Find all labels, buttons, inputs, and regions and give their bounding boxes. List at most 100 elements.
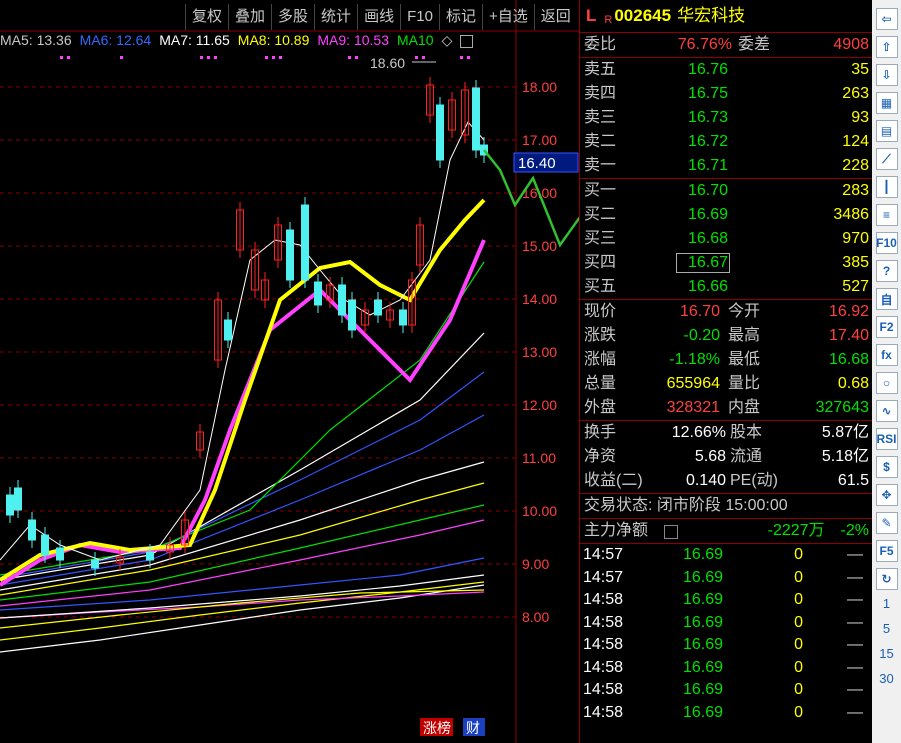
period-15[interactable]: 15: [872, 646, 901, 661]
cursor-box: [676, 253, 730, 273]
buy-row-4[interactable]: 买五 16.66 527: [580, 275, 873, 299]
cursor-price: 16.40: [518, 155, 556, 172]
toolbar-btn-7[interactable]: +自选: [481, 4, 534, 30]
candle: [56, 547, 64, 561]
order-ratio-value: 76.76%: [677, 36, 732, 53]
grid-icon[interactable]: ▦: [875, 92, 898, 114]
ma-curve: [0, 261, 485, 576]
sell-vol: 263: [842, 85, 869, 102]
f10-icon[interactable]: F10: [875, 232, 898, 254]
period-30[interactable]: 30: [872, 671, 901, 686]
quote-row-4: 外盘 328321 内盘 327643: [584, 399, 869, 416]
toolbar-btn-8[interactable]: 返回: [533, 4, 577, 30]
period-5[interactable]: 5: [872, 621, 901, 636]
toolbar-btn-2[interactable]: 多股: [271, 4, 314, 30]
refresh-icon[interactable]: ↻: [875, 568, 898, 590]
sell-vol: 93: [851, 109, 869, 126]
tick-row: 14:57 16.69 0—: [583, 568, 863, 586]
fx-icon[interactable]: fx: [875, 344, 898, 366]
price-tick: 15.00: [522, 238, 557, 254]
tick-row: 14:58 16.69 0—: [583, 658, 863, 676]
arrow-down-icon[interactable]: ⇩: [875, 64, 898, 86]
candle: [338, 284, 346, 316]
buy-row-1[interactable]: 买二 16.69 3486: [580, 203, 873, 227]
ma-dot: [265, 56, 268, 59]
f5-icon[interactable]: F5: [875, 540, 898, 562]
wave-icon[interactable]: ∿: [875, 400, 898, 422]
price-tick: 18.00: [522, 79, 557, 95]
ma-dot: [279, 56, 282, 59]
sell-row-4[interactable]: 卖一 16.71 228: [580, 154, 873, 178]
toolbar-btn-4[interactable]: 画线: [357, 4, 400, 30]
candle: [301, 204, 309, 281]
price-tick: 11.00: [522, 450, 556, 466]
ma-label-3: MA8: 10.89: [237, 32, 310, 48]
zhangbang-badge[interactable]: 涨榜: [423, 720, 451, 736]
cai-badge[interactable]: 财: [466, 720, 480, 736]
toolbar-btn-0[interactable]: 复权: [185, 4, 228, 30]
arrow-left-icon[interactable]: ⇦: [875, 8, 898, 30]
ma-dot: [460, 56, 463, 59]
buy-price: 16.70: [687, 182, 728, 199]
ma-label-2: MA7: 11.65: [159, 32, 230, 48]
fund-row-1: 净资 5.68 流通 5.18亿: [584, 448, 869, 465]
line-chart-icon[interactable]: ⟋: [875, 148, 898, 170]
kline-chart[interactable]: 18.0017.0016.0015.0014.0013.0012.0011.00…: [0, 0, 579, 743]
candle: [436, 104, 444, 161]
tick-list[interactable]: 14:57 16.69 0— 14:57 16.69 0— 14:58 16.69 0— 14:5…: [580, 544, 873, 724]
price-tick: 14.00: [522, 291, 557, 307]
dollar-icon[interactable]: $: [875, 456, 898, 478]
sell-row-2[interactable]: 卖三 16.73 93: [580, 106, 873, 130]
trade-state: 交易状态: 闭市阶段 15:00:00: [584, 497, 788, 514]
candle: [91, 559, 99, 569]
level-flag: L: [586, 6, 597, 25]
ma-dot: [60, 56, 63, 59]
sell-row-3[interactable]: 卖二 16.72 124: [580, 130, 873, 154]
buy-price: 16.66: [687, 278, 728, 295]
ma-dot: [348, 56, 351, 59]
period-1[interactable]: 1: [872, 596, 901, 611]
self-icon[interactable]: 自: [875, 288, 898, 310]
toolbar-btn-6[interactable]: 标记: [438, 4, 482, 30]
candle: [6, 494, 14, 516]
toolbar-btn-1[interactable]: 叠加: [228, 4, 271, 30]
tick-row: 14:58 16.69 0—: [583, 591, 863, 608]
buy-price: 16.69: [687, 206, 728, 223]
buy-row-2[interactable]: 买三 16.68 970: [580, 227, 873, 251]
order-diff-value: 4908: [833, 36, 869, 53]
sell-price: 16.76: [687, 61, 728, 78]
chart-toolbar: 复权 叠加 多股 统计 画线 F10 标记 +自选 返回: [185, 4, 577, 30]
price-tick: 9.00: [522, 556, 549, 572]
quote-stats: 现价 16.70 今开 16.92 涨跌 -0.20 最高 17.40 涨幅 -1.18% 最低 16…: [580, 300, 873, 421]
quote-panel: L R 002645 华宏科技 委比 76.76% 委差 4908 卖五 16.7…: [579, 0, 873, 743]
pen-icon[interactable]: ✎: [875, 512, 898, 534]
buy-vol: 970: [842, 230, 869, 247]
candle-icon[interactable]: ┃: [875, 176, 898, 198]
hint-icon[interactable]: ?: [875, 260, 898, 282]
list-icon[interactable]: ≡: [875, 204, 898, 226]
ma7-line: [0, 121, 485, 561]
ma-dot: [355, 56, 358, 59]
toolbar-btn-3[interactable]: 统计: [314, 4, 357, 30]
stock-code: 002645: [614, 6, 672, 25]
sell-vol: 228: [842, 157, 869, 174]
arrow-up-icon[interactable]: ⇧: [875, 36, 898, 58]
buy-row-0[interactable]: 买一 16.70 283: [580, 179, 873, 203]
buy-row-3[interactable]: 买四 16.67 385: [580, 251, 873, 275]
toolbar-btn-5[interactable]: F10: [400, 4, 439, 30]
rsi-icon[interactable]: RSI: [875, 428, 898, 450]
f2-icon[interactable]: F2: [875, 316, 898, 338]
sell-row-1[interactable]: 卖四 16.75 263: [580, 82, 873, 106]
sell-row-0[interactable]: 卖五 16.76 35: [580, 58, 873, 82]
fund-row-2: 收益(二) 0.140 PE(动) 61.5: [584, 472, 869, 489]
candle: [146, 551, 154, 561]
menu-icon[interactable]: [664, 525, 678, 539]
table-icon[interactable]: ▤: [875, 120, 898, 142]
main-flow-row[interactable]: 主力净额 -2227万 -2%: [580, 519, 873, 544]
tick-row: 14:58 16.69 0—: [583, 703, 863, 721]
window-icon[interactable]: [460, 35, 474, 48]
buy-book: 买一 16.70 283 买二 16.69 3486 买三 16.68 970 买四 16.67 38…: [580, 179, 873, 300]
circle-icon[interactable]: ○: [875, 372, 898, 394]
quote-row-2: 涨幅 -1.18% 最低 16.68: [584, 351, 869, 368]
move-icon[interactable]: ✥: [875, 484, 898, 506]
